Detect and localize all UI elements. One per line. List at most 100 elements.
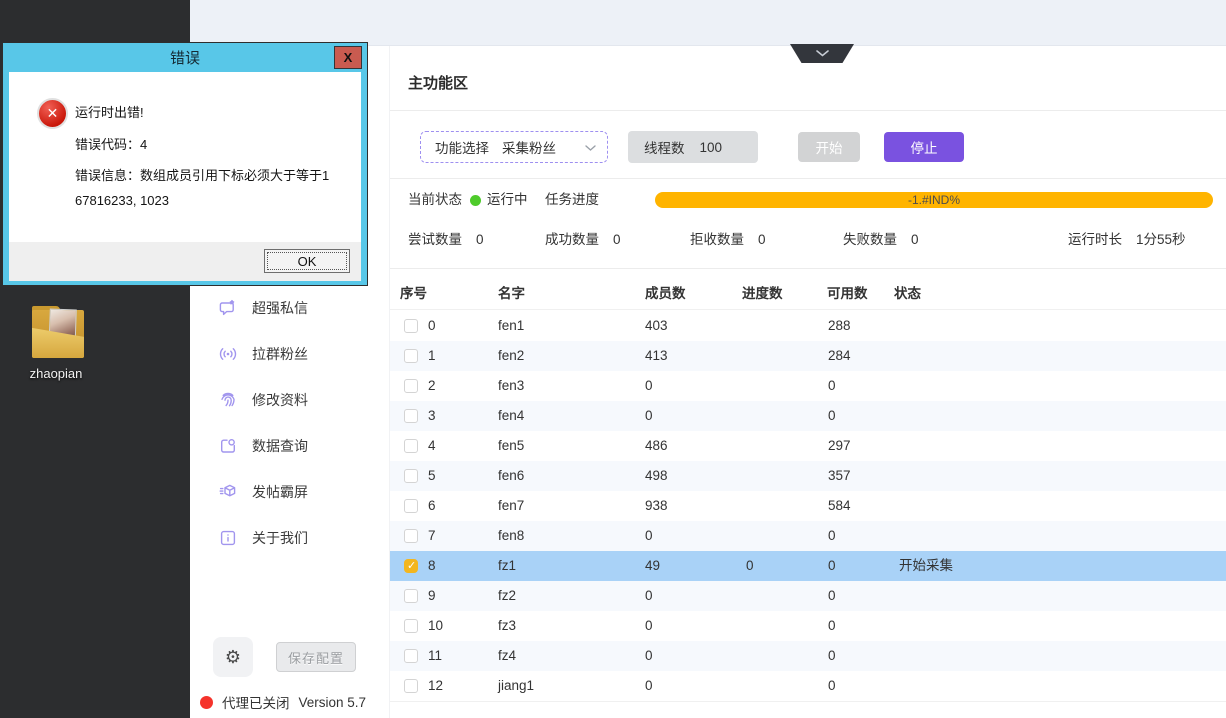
- fail-counter: 失败数量0: [843, 232, 919, 248]
- chevron-down-icon: [585, 145, 596, 151]
- cell-index: 5: [428, 461, 436, 491]
- version-label: Version 5.7: [299, 695, 367, 710]
- stop-button[interactable]: 停止: [884, 132, 964, 162]
- table-row[interactable]: 7 fen8 0 0: [390, 521, 1226, 551]
- cell-available: 288: [828, 311, 851, 341]
- progress-text: -1.#IND%: [908, 193, 960, 207]
- sidebar-item-edit-profile[interactable]: 修改资料: [190, 377, 389, 423]
- error-detail-line: 67816233, 1023: [75, 193, 169, 208]
- sidebar-item-label: 超强私信: [252, 298, 308, 318]
- table-row[interactable]: 11 fz4 0 0: [390, 641, 1226, 671]
- cell-members: 413: [645, 341, 668, 371]
- start-button[interactable]: 开始: [798, 132, 860, 162]
- row-checkbox[interactable]: [404, 319, 418, 333]
- error-message-line: 运行时出错!: [75, 102, 144, 121]
- cell-name: fz2: [498, 581, 516, 611]
- column-header-index: 序号: [400, 278, 427, 310]
- table-body: 0 fen1 403 288 1 fen2 413 284 2: [390, 311, 1226, 702]
- cell-available: 0: [828, 641, 836, 671]
- close-button[interactable]: X: [334, 46, 362, 69]
- sidebar-item-data-query[interactable]: 数据查询: [190, 423, 389, 469]
- desktop-folder-icon[interactable]: [32, 306, 84, 362]
- table-row[interactable]: 5 fen6 498 357: [390, 461, 1226, 491]
- main-panel: 主功能区 功能选择 采集粉丝 线程数 100 开始 停止 当前状态 运行中 任务: [390, 46, 1226, 718]
- cell-available: 297: [828, 431, 851, 461]
- row-checkbox[interactable]: [404, 529, 418, 543]
- cell-name: jiang1: [498, 671, 534, 701]
- cell-available: 584: [828, 491, 851, 521]
- cell-name: fen2: [498, 341, 524, 371]
- save-config-button[interactable]: 保存配置: [276, 642, 356, 672]
- sidebar-item-pull-group-fans[interactable]: 拉群粉丝: [190, 331, 389, 377]
- table-row[interactable]: 10 fz3 0 0: [390, 611, 1226, 641]
- success-counter: 成功数量0: [545, 232, 621, 248]
- thread-count-field[interactable]: 线程数 100: [628, 131, 758, 163]
- screen: zhaopian 超强私信 拉群粉丝: [0, 0, 1226, 718]
- row-checkbox[interactable]: [404, 349, 418, 363]
- cell-index: 6: [428, 491, 436, 521]
- thread-count-label: 线程数: [644, 137, 685, 157]
- cell-available: 0: [828, 671, 836, 701]
- error-dialog-footer: OK: [9, 242, 361, 281]
- row-checkbox[interactable]: [404, 499, 418, 513]
- cell-index: 10: [428, 611, 443, 641]
- cell-available: 0: [828, 551, 836, 581]
- cell-available: 0: [828, 521, 836, 551]
- table-row[interactable]: 0 fen1 403 288: [390, 311, 1226, 341]
- task-progress-label: 任务进度: [545, 192, 599, 208]
- sidebar-item-post-flood[interactable]: 发帖霸屏: [190, 469, 389, 515]
- ok-button[interactable]: OK: [264, 249, 350, 273]
- cell-members: 49: [645, 551, 660, 581]
- attempt-counter: 尝试数量0: [408, 232, 484, 248]
- row-checkbox[interactable]: [404, 619, 418, 633]
- table-row[interactable]: 8 fz1 49 0 0 开始采集: [390, 551, 1226, 581]
- proxy-status-text: 代理已关闭: [222, 692, 290, 712]
- top-strip: [190, 0, 1226, 46]
- row-checkbox[interactable]: [404, 679, 418, 693]
- row-checkbox[interactable]: [404, 379, 418, 393]
- cell-members: 0: [645, 521, 653, 551]
- cell-index: 9: [428, 581, 436, 611]
- row-checkbox[interactable]: [404, 649, 418, 663]
- row-checkbox[interactable]: [404, 559, 418, 573]
- column-header-name: 名字: [498, 278, 525, 310]
- cell-name: fen7: [498, 491, 524, 521]
- table-row[interactable]: 2 fen3 0 0: [390, 371, 1226, 401]
- cell-members: 498: [645, 461, 668, 491]
- sidebar-item-about-us[interactable]: 关于我们: [190, 515, 389, 561]
- row-checkbox[interactable]: [404, 589, 418, 603]
- cell-progress: 0: [746, 551, 754, 581]
- cell-index: 1: [428, 341, 436, 371]
- row-checkbox[interactable]: [404, 409, 418, 423]
- table-row[interactable]: 12 jiang1 0 0: [390, 671, 1226, 701]
- cell-index: 0: [428, 311, 436, 341]
- column-header-status: 状态: [894, 278, 921, 310]
- table-row[interactable]: 9 fz2 0 0: [390, 581, 1226, 611]
- error-dialog-body: ✕ 运行时出错! 错误代码：4 错误信息：数组成员引用下标必须大于等于1 678…: [9, 72, 361, 242]
- table-row[interactable]: 1 fen2 413 284: [390, 341, 1226, 371]
- error-code-line: 错误代码：4: [75, 134, 147, 153]
- settings-button[interactable]: ⚙: [213, 637, 253, 677]
- cell-available: 0: [828, 401, 836, 431]
- function-select-dropdown[interactable]: 功能选择 采集粉丝: [420, 131, 608, 163]
- table-row[interactable]: 3 fen4 0 0: [390, 401, 1226, 431]
- cell-members: 0: [645, 641, 653, 671]
- row-checkbox[interactable]: [404, 469, 418, 483]
- sidebar-item-private-message[interactable]: 超强私信: [190, 285, 389, 331]
- column-header-available: 可用数: [827, 278, 868, 310]
- table-header: 序号 名字 成员数 进度数 可用数 状态: [390, 278, 1226, 310]
- error-dialog-title: 错误: [170, 47, 200, 68]
- function-select-value: 采集粉丝: [502, 137, 556, 157]
- table-row[interactable]: 4 fen5 486 297: [390, 431, 1226, 461]
- cell-members: 0: [645, 671, 653, 701]
- cell-available: 0: [828, 611, 836, 641]
- cell-index: 7: [428, 521, 436, 551]
- table-row[interactable]: 6 fen7 938 584: [390, 491, 1226, 521]
- row-checkbox[interactable]: [404, 439, 418, 453]
- runtime-counter: 运行时长1分55秒: [1068, 232, 1186, 248]
- chevron-down-icon: [816, 50, 829, 57]
- error-info-line: 错误信息：数组成员引用下标必须大于等于1: [75, 165, 329, 184]
- cell-members: 0: [645, 371, 653, 401]
- divider: [390, 110, 1226, 111]
- status-row: 当前状态 运行中 任务进度 -1.#IND%: [390, 192, 1226, 208]
